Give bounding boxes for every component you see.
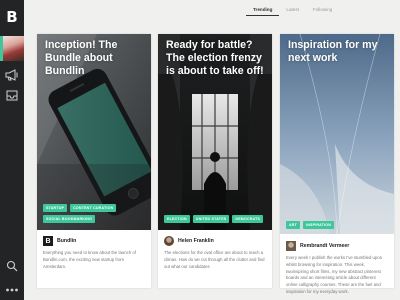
- avatar: [3, 36, 24, 61]
- bundle-card[interactable]: Inspiration for my next work ART INSPIRA…: [280, 34, 394, 294]
- tab-following[interactable]: Following: [306, 5, 339, 15]
- card-image: Inspiration for my next work ART INSPIRA…: [280, 34, 394, 234]
- tag[interactable]: CONTENT CURATION: [70, 204, 117, 212]
- user-avatar[interactable]: [0, 36, 24, 61]
- app-logo[interactable]: B: [0, 0, 24, 34]
- tag[interactable]: INSPIRATION: [303, 221, 335, 229]
- card-description: Everything you need to know about the la…: [43, 250, 136, 269]
- search-icon[interactable]: [4, 258, 20, 274]
- inbox-icon[interactable]: [4, 87, 20, 103]
- tag[interactable]: UNITED STATES: [192, 215, 230, 223]
- card-author[interactable]: Helen Franklin: [164, 236, 214, 246]
- card-image: Inception! The Bundle about Bundlin STAR…: [37, 34, 151, 230]
- tag[interactable]: DEMOCRATS: [232, 215, 264, 223]
- bundlin-logo: B: [43, 236, 53, 246]
- tag-list: ELECTION UNITED STATES DEMOCRATS: [164, 215, 268, 223]
- author-avatar: [164, 236, 174, 246]
- card-title: Inspiration for my next work: [288, 39, 378, 64]
- bundle-card[interactable]: Ready for battle? The election frenzy is…: [158, 34, 272, 288]
- bundle-card[interactable]: Inception! The Bundle about Bundlin STAR…: [37, 34, 151, 288]
- megaphone-icon[interactable]: [4, 67, 20, 83]
- author-name: Helen Franklin: [178, 238, 214, 244]
- card-author[interactable]: Rembrandt Vermeer: [286, 241, 349, 251]
- more-icon[interactable]: [4, 282, 20, 298]
- tag-list: ART INSPIRATION: [286, 221, 390, 229]
- tag[interactable]: ELECTION: [164, 215, 190, 223]
- tag[interactable]: ART: [286, 221, 300, 229]
- tab-latest[interactable]: Latest: [279, 5, 306, 15]
- card-description: The elections for the oval office are ab…: [164, 250, 265, 269]
- author-avatar: [286, 241, 296, 251]
- card-description: Every week I publish the works I've stum…: [286, 255, 383, 294]
- author-name: Bundlin: [57, 238, 77, 244]
- card-author[interactable]: B Bundlin: [43, 236, 76, 246]
- author-name: Rembrandt Vermeer: [300, 243, 350, 249]
- sidebar: B: [0, 0, 24, 300]
- tag[interactable]: STARTUP: [43, 204, 68, 212]
- tab-trending[interactable]: Trending: [246, 5, 280, 16]
- tag-list: STARTUP CONTENT CURATION SOCIAL BOOKMARK…: [43, 204, 147, 223]
- tag[interactable]: SOCIAL BOOKMARKING: [43, 215, 96, 223]
- feed-tabs: Trending Latest Following: [246, 5, 339, 16]
- card-title: Ready for battle? The election frenzy is…: [166, 39, 264, 77]
- card-image: Ready for battle? The election frenzy is…: [158, 34, 272, 230]
- card-title: Inception! The Bundle about Bundlin: [45, 39, 118, 77]
